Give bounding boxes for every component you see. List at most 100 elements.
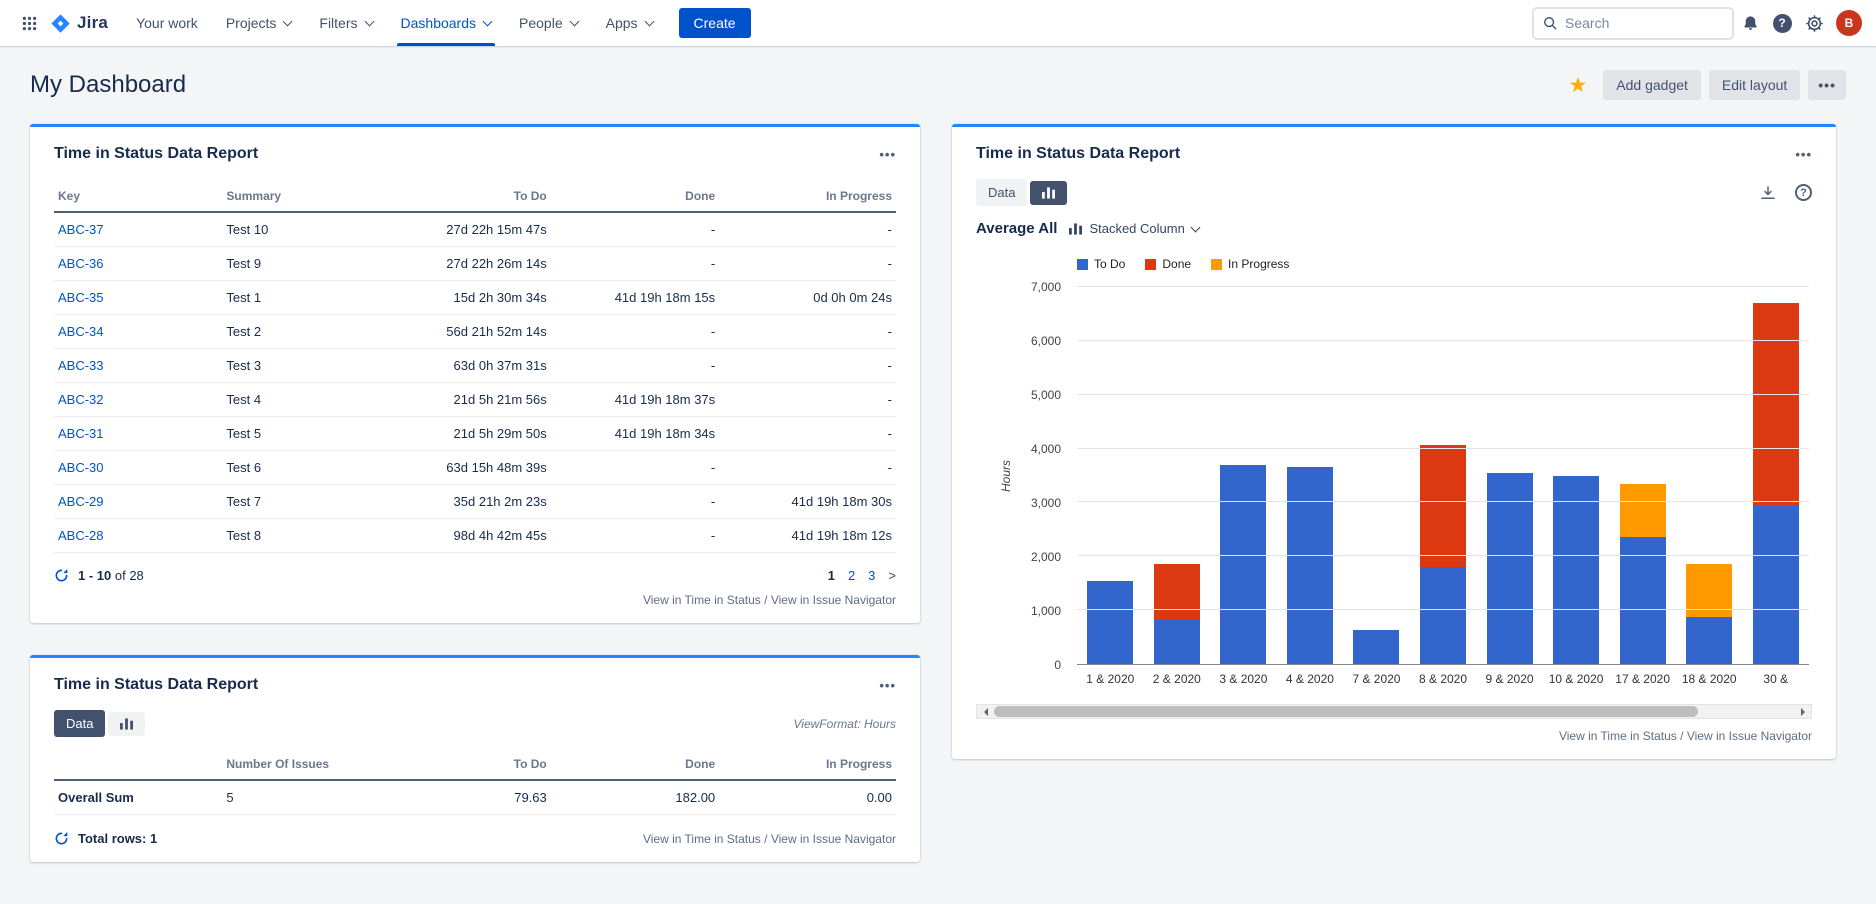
nav-item-filters[interactable]: Filters [305,0,386,46]
scroll-left-arrow[interactable] [977,705,994,718]
table-row: ABC-37Test 1027d 22h 15m 47s-- [54,212,896,247]
scrollbar-track[interactable] [994,705,1794,718]
page-link-2[interactable]: 2 [848,568,855,583]
refresh-icon[interactable] [54,568,69,583]
chart-tab-button[interactable] [108,712,145,736]
gadget-more-button[interactable]: ••• [879,147,896,162]
refresh-icon[interactable] [54,831,69,846]
cell-key: ABC-30 [54,451,222,485]
search-input[interactable] [1565,15,1723,31]
settings-icon[interactable] [1798,7,1830,39]
bar-1-2020 [1087,287,1133,664]
view-in-time-in-status-link[interactable]: View in Time in Status [1559,729,1677,743]
nav-item-projects[interactable]: Projects [212,0,306,46]
bar-18-2020 [1686,287,1732,664]
scroll-right-arrow[interactable] [1794,705,1811,718]
column-header-empty [54,749,222,780]
cell: Test 3 [222,349,424,383]
bar-segment-to-do [1620,537,1666,664]
chart-x-labels: 1 & 20202 & 20203 & 20204 & 20207 & 2020… [1077,672,1809,686]
chart-help-icon[interactable]: ? [1795,184,1812,201]
bar-10-2020 [1553,287,1599,664]
legend-label: Done [1162,257,1191,271]
stacked-column-chart: To DoDoneIn Progress 01,0002,0003,0004,0… [976,257,1812,686]
column-header-number-of-issues: Number Of Issues [222,749,424,780]
notifications-icon[interactable] [1734,7,1766,39]
gridline [1077,448,1809,449]
cell-key: ABC-32 [54,383,222,417]
next-page-button[interactable]: > [888,568,896,583]
cell: - [551,519,719,553]
bar-30 [1753,287,1799,664]
gadget-more-button[interactable]: ••• [879,678,896,693]
dashboard-page: My Dashboard ★ Add gadget Edit layout ••… [0,46,1876,862]
x-axis-label: 7 & 2020 [1343,672,1410,686]
left-column: Time in Status Data Report ••• KeySummar… [30,124,920,862]
y-axis-tick: 7,000 [1031,280,1061,294]
cell: - [551,247,719,281]
nav-item-people[interactable]: People [505,0,592,46]
chevron-down-icon [283,16,293,26]
cell: 21d 5h 21m 56s [424,383,550,417]
issue-key-link[interactable]: ABC-28 [58,528,104,543]
view-toggle: Data ? [976,179,1812,206]
nav-item-your-work[interactable]: Your work [122,0,212,46]
bar-segment-done [1753,303,1799,506]
gadget-more-button[interactable]: ••• [1795,147,1812,162]
bar-3-2020 [1220,287,1266,664]
add-gadget-button[interactable]: Add gadget [1603,70,1701,100]
cell: - [719,247,896,281]
column-header-in-progress: In Progress [719,749,896,780]
issue-key-link[interactable]: ABC-34 [58,324,104,339]
download-icon[interactable] [1759,184,1777,202]
view-in-issue-navigator-link[interactable]: View in Issue Navigator [1687,729,1812,743]
scrollbar-thumb[interactable] [994,706,1698,717]
dashboard-more-button[interactable]: ••• [1808,70,1846,100]
x-axis-label: 4 & 2020 [1277,672,1344,686]
nav-item-label: Filters [319,15,357,31]
issue-key-link[interactable]: ABC-33 [58,358,104,373]
edit-layout-button[interactable]: Edit layout [1709,70,1800,100]
issue-key-link[interactable]: ABC-37 [58,222,104,237]
x-axis-label: 2 & 2020 [1144,672,1211,686]
cell-row-label: Overall Sum [54,780,222,815]
issue-key-link[interactable]: ABC-36 [58,256,104,271]
bar-slot [1210,287,1277,664]
cell: Test 4 [222,383,424,417]
pagination-range: 1 - 10 of 28 [78,568,144,583]
cell-key: ABC-37 [54,212,222,247]
dashboard-actions: ★ Add gadget Edit layout ••• [1568,70,1846,100]
search-box[interactable] [1532,7,1734,40]
legend-swatch [1077,259,1088,270]
view-in-issue-navigator-link[interactable]: View in Issue Navigator [771,832,896,846]
cell: - [719,417,896,451]
view-in-time-in-status-link[interactable]: View in Time in Status [643,832,761,846]
data-tab-button[interactable]: Data [976,179,1027,206]
chart-type-dropdown[interactable]: Stacked Column [1069,221,1198,236]
cell: 98d 4h 42m 45s [424,519,550,553]
nav-item-dashboards[interactable]: Dashboards [387,0,506,46]
nav-item-apps[interactable]: Apps [592,0,667,46]
chart-horizontal-scrollbar[interactable] [976,704,1812,719]
issue-key-link[interactable]: ABC-30 [58,460,104,475]
chart-tab-button[interactable] [1030,181,1067,205]
view-links: View in Time in Status / View in Issue N… [54,593,896,607]
user-avatar[interactable]: B [1836,10,1862,36]
data-tab-button[interactable]: Data [54,710,105,737]
page-link-1[interactable]: 1 [828,568,835,583]
app-switcher-icon[interactable] [14,7,44,39]
issue-key-link[interactable]: ABC-35 [58,290,104,305]
issue-key-link[interactable]: ABC-29 [58,494,104,509]
page-link-3[interactable]: 3 [868,568,875,583]
y-axis-tick: 4,000 [1031,442,1061,456]
help-icon[interactable]: ? [1766,7,1798,39]
create-button[interactable]: Create [679,8,751,38]
issue-key-link[interactable]: ABC-31 [58,426,104,441]
favorite-star-icon[interactable]: ★ [1568,75,1587,96]
chevron-down-icon [569,16,579,26]
table-row: ABC-32Test 421d 5h 21m 56s41d 19h 18m 37… [54,383,896,417]
view-in-issue-navigator-link[interactable]: View in Issue Navigator [771,593,896,607]
jira-logo[interactable]: Jira [44,13,114,34]
view-in-time-in-status-link[interactable]: View in Time in Status [643,593,761,607]
issue-key-link[interactable]: ABC-32 [58,392,104,407]
